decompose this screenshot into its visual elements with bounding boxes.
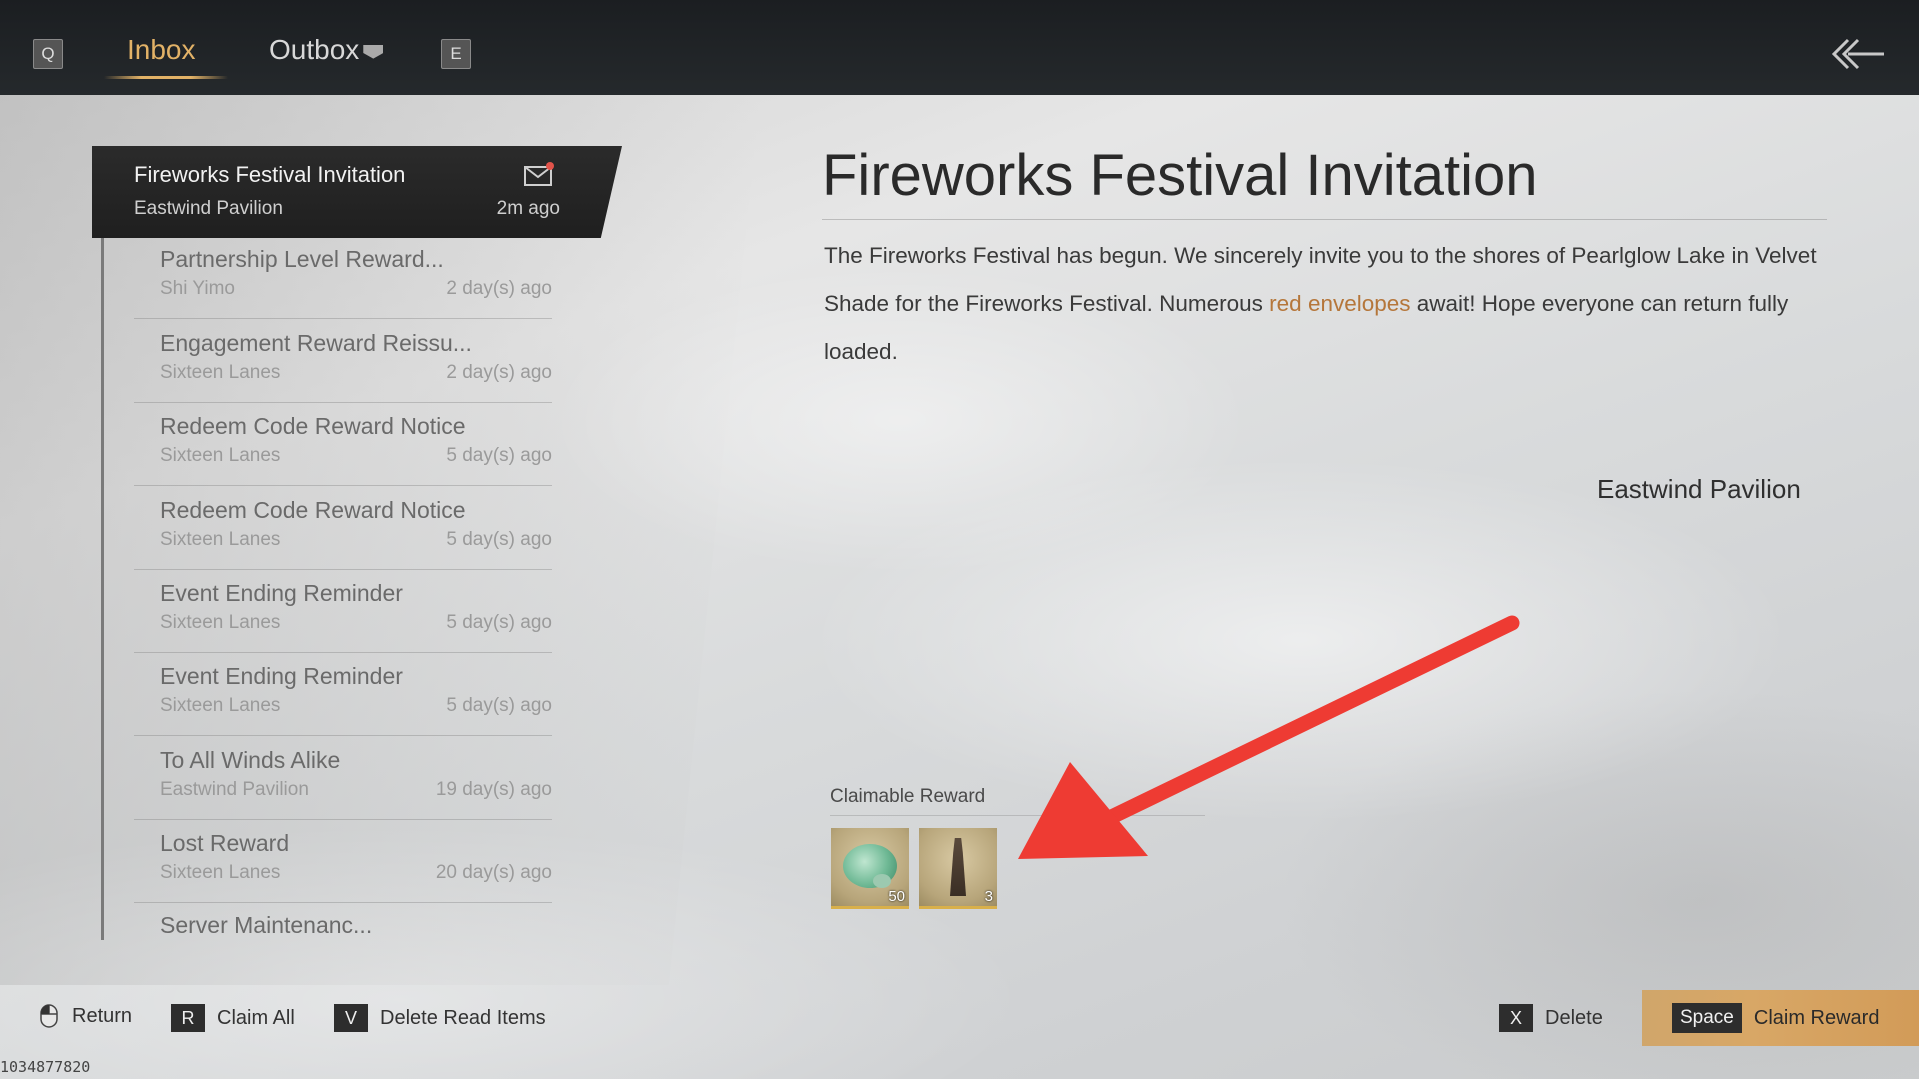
mail-title: Fireworks Festival Invitation — [134, 162, 406, 187]
claimable-reward-label: Claimable Reward — [830, 786, 986, 807]
mail-title: Lost Reward — [160, 830, 290, 856]
claim-all-key: R — [171, 1004, 205, 1032]
mail-time: 5 day(s) ago — [446, 445, 552, 466]
delete-key: X — [1499, 1004, 1533, 1032]
mail-sender: Shi Yimo — [160, 278, 235, 299]
mail-title: Redeem Code Reward Notice — [160, 497, 466, 523]
mail-sender: Sixteen Lanes — [160, 445, 281, 466]
mail-title: Partnership Level Reward... — [160, 246, 444, 272]
mail-list-rail — [101, 200, 104, 940]
mail-sender: Sixteen Lanes — [160, 862, 281, 883]
claim-all-label: Claim All — [217, 1006, 295, 1029]
top-bar: Q Inbox Outbox E — [0, 0, 1919, 95]
mail-sender: Sixteen Lanes — [160, 529, 281, 550]
divider — [830, 815, 1205, 816]
mail-signature: Eastwind Pavilion — [1597, 474, 1801, 504]
return-hint[interactable]: Return — [40, 1004, 132, 1028]
reward-slot[interactable]: 3 — [919, 828, 997, 909]
mail-title: To All Winds Alike — [160, 747, 341, 773]
divider — [134, 569, 552, 570]
delete-read-label: Delete Read Items — [380, 1006, 546, 1029]
mail-sender: Eastwind Pavilion — [134, 198, 283, 219]
return-label: Return — [72, 1004, 133, 1027]
mail-sender: Eastwind Pavilion — [160, 779, 309, 800]
mail-title: Server Maintenanc... — [160, 912, 373, 938]
jade-disc-icon — [843, 844, 897, 888]
mail-sender: Sixteen Lanes — [160, 612, 281, 633]
mail-detail-title: Fireworks Festival Invitation — [822, 143, 1538, 208]
mail-item[interactable]: Engagement Reward Reissu... Sixteen Lane… — [134, 330, 552, 412]
mail-body: The Fireworks Festival has begun. We sin… — [824, 232, 1824, 376]
delete-label: Delete — [1545, 1006, 1603, 1029]
reward-quantity: 50 — [888, 888, 905, 905]
divider — [134, 652, 552, 653]
divider — [134, 819, 552, 820]
mail-body-highlight: red envelopes — [1269, 291, 1411, 316]
mail-sender: Sixteen Lanes — [160, 362, 281, 383]
delete-button[interactable]: X Delete — [1499, 1004, 1603, 1032]
mail-title: Event Ending Reminder — [160, 663, 403, 689]
mail-item[interactable]: Event Ending Reminder Sixteen Lanes 5 da… — [134, 663, 552, 745]
mail-time: 2m ago — [496, 198, 560, 219]
mail-item[interactable]: Server Maintenanc... — [134, 912, 552, 994]
prev-tab-key[interactable]: Q — [33, 39, 63, 69]
tab-outbox-label: Outbox — [269, 34, 360, 65]
next-tab-key[interactable]: E — [441, 39, 471, 69]
mail-time: 5 day(s) ago — [446, 612, 552, 633]
outbox-icon — [363, 44, 384, 59]
reward-slot[interactable]: 50 — [831, 828, 909, 909]
mail-item[interactable]: Partnership Level Reward... Shi Yimo 2 d… — [134, 246, 552, 328]
divider — [822, 219, 1827, 220]
divider — [134, 485, 552, 486]
mail-item[interactable]: Lost Reward Sixteen Lanes 20 day(s) ago — [134, 830, 552, 912]
mail-time: 20 day(s) ago — [435, 862, 552, 883]
mail-time: 2 day(s) ago — [446, 362, 552, 383]
delete-read-button[interactable]: V Delete Read Items — [334, 1004, 546, 1032]
divider — [134, 402, 552, 403]
claim-all-button[interactable]: R Claim All — [171, 1004, 295, 1032]
jade-disc-hole — [873, 874, 891, 888]
divider — [134, 318, 552, 319]
divider — [134, 902, 552, 903]
back-arrow-icon[interactable] — [1826, 34, 1886, 74]
tab-outbox[interactable]: Outbox — [269, 34, 384, 66]
mail-item-selected[interactable]: Fireworks Festival Invitation Eastwind P… — [92, 146, 622, 238]
mail-time: 5 day(s) ago — [446, 529, 552, 550]
mail-title: Event Ending Reminder — [160, 580, 403, 606]
mail-sender: Sixteen Lanes — [160, 695, 281, 716]
active-tab-indicator — [104, 76, 228, 79]
mail-item[interactable]: Redeem Code Reward Notice Sixteen Lanes … — [134, 413, 552, 495]
mail-title: Redeem Code Reward Notice — [160, 413, 466, 439]
reward-quantity: 3 — [984, 888, 993, 905]
mail-title: Engagement Reward Reissu... — [160, 330, 472, 356]
claim-reward-button[interactable]: Space Claim Reward — [1642, 990, 1919, 1046]
mail-time: 2 day(s) ago — [446, 278, 552, 299]
mail-item[interactable]: To All Winds Alike Eastwind Pavilion 19 … — [134, 747, 552, 829]
divider — [134, 735, 552, 736]
mail-item[interactable]: Redeem Code Reward Notice Sixteen Lanes … — [134, 497, 552, 579]
user-id: 1034877820 — [0, 1058, 91, 1076]
mail-item[interactable]: Event Ending Reminder Sixteen Lanes 5 da… — [134, 580, 552, 662]
claim-reward-label: Claim Reward — [1753, 1006, 1880, 1029]
mail-time: 19 day(s) ago — [435, 779, 552, 800]
delete-read-key: V — [334, 1004, 368, 1032]
mail-attachment-icon — [524, 162, 554, 186]
claim-reward-key: Space — [1672, 1003, 1742, 1033]
mail-time: 5 day(s) ago — [446, 695, 552, 716]
figure-icon — [950, 838, 966, 896]
tab-inbox[interactable]: Inbox — [127, 34, 196, 66]
mouse-icon — [40, 1004, 58, 1028]
